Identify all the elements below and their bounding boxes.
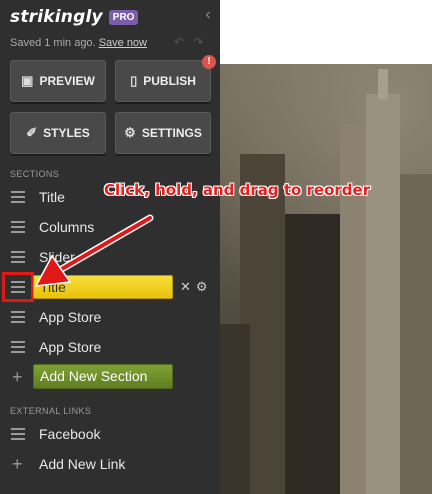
- brand: strikingly PRO: [10, 6, 139, 28]
- section-item[interactable]: Columns: [0, 214, 220, 240]
- drag-handle-highlight: [2, 272, 34, 302]
- site-preview[interactable]: [220, 64, 432, 494]
- settings-button-label: SETTINGS: [141, 126, 202, 140]
- section-settings-icon[interactable]: ⚙: [196, 279, 208, 294]
- gear-icon: ⚙: [124, 125, 136, 140]
- preview-button[interactable]: ▣ PREVIEW: [10, 60, 106, 102]
- preview-top-area: [220, 0, 432, 64]
- section-item-label: Slider: [39, 249, 75, 265]
- drag-handle-icon[interactable]: [11, 311, 25, 323]
- external-link-item[interactable]: Facebook: [0, 421, 220, 447]
- drag-handle-icon[interactable]: [11, 341, 25, 353]
- drag-handle-icon[interactable]: [11, 221, 25, 233]
- settings-button[interactable]: ⚙ SETTINGS: [115, 112, 211, 154]
- section-item[interactable]: App Store: [0, 304, 220, 330]
- save-now-link[interactable]: Save now: [99, 37, 147, 49]
- section-item-label: Title: [39, 189, 65, 205]
- pro-badge: PRO: [108, 9, 139, 25]
- drag-handle-icon[interactable]: [11, 428, 25, 440]
- brush-icon: ✐: [26, 125, 38, 140]
- delete-section-icon[interactable]: ✕: [180, 279, 191, 294]
- section-item-label: Title: [40, 279, 66, 295]
- section-actions: ✕ ⚙: [180, 279, 213, 295]
- undo-icon[interactable]: ↶: [174, 35, 193, 49]
- section-item-label: Columns: [39, 219, 95, 235]
- add-section-row[interactable]: + Add New Section: [0, 364, 220, 390]
- drag-handle-icon[interactable]: [11, 191, 25, 203]
- preview-button-label: PREVIEW: [39, 74, 95, 88]
- styles-button-label: STYLES: [43, 126, 90, 140]
- redo-icon[interactable]: ↷: [193, 35, 212, 49]
- active-section-field[interactable]: Title: [33, 275, 173, 299]
- saved-text: Saved 1 min ago.: [10, 37, 96, 49]
- document-icon: ▯: [130, 73, 138, 88]
- monitor-icon: ▣: [21, 73, 34, 88]
- section-item-label: App Store: [39, 309, 102, 325]
- add-new-section-button[interactable]: Add New Section: [33, 364, 173, 389]
- section-item-label: App Store: [39, 339, 102, 355]
- plus-icon: +: [12, 367, 23, 387]
- publish-button[interactable]: ▯ PUBLISH !: [115, 55, 216, 102]
- section-item[interactable]: Slider: [0, 244, 220, 270]
- publish-button-label: PUBLISH: [143, 74, 196, 88]
- external-link-label: Facebook: [39, 426, 101, 442]
- publish-alert-badge: !: [202, 55, 216, 69]
- add-new-link-button[interactable]: Add New Link: [39, 456, 125, 472]
- external-links-heading: EXTERNAL LINKS: [10, 406, 92, 416]
- strikingly-logo: strikingly: [10, 7, 103, 27]
- sections-heading: SECTIONS: [10, 169, 60, 179]
- editor-sidebar: strikingly PRO ‹ Saved 1 min ago. Save n…: [0, 0, 220, 494]
- drag-handle-icon[interactable]: [11, 251, 25, 263]
- add-link-row[interactable]: + Add New Link: [0, 451, 220, 477]
- section-item[interactable]: App Store: [0, 334, 220, 360]
- collapse-sidebar-icon[interactable]: ‹: [201, 6, 215, 24]
- plus-icon: +: [12, 454, 23, 474]
- save-status: Saved 1 min ago. Save now: [10, 37, 147, 49]
- annotation-text: Click, hold, and drag to reorder: [104, 181, 371, 199]
- section-item-active[interactable]: Title ✕ ⚙: [0, 272, 220, 302]
- styles-button[interactable]: ✐ STYLES: [10, 112, 106, 154]
- undo-redo: ↶↷: [174, 35, 212, 49]
